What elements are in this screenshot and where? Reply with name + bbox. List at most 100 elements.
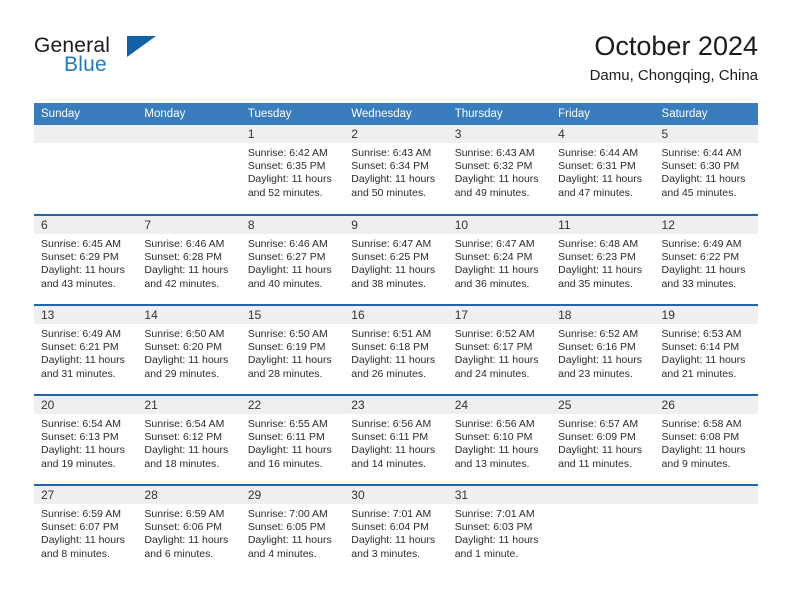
calendar-day-cell[interactable]: 31 Sunrise: 7:01 AM Sunset: 6:03 PM Dayligh… [447, 484, 552, 575]
day-number: 29 [240, 486, 345, 504]
calendar-day-cell[interactable]: 9 Sunrise: 6:47 AM Sunset: 6:25 PM Daylight… [344, 214, 448, 305]
day-details: Sunrise: 6:58 AM Sunset: 6:08 PM Daylight:… [655, 414, 758, 471]
calendar-day-cell[interactable]: 5 Sunrise: 6:44 AM Sunset: 6:30 PM Daylight… [654, 125, 758, 215]
calendar-day-cell[interactable]: 7 Sunrise: 6:46 AM Sunset: 6:28 PM Daylight… [137, 214, 241, 305]
day-details: Sunrise: 6:54 AM Sunset: 6:12 PM Daylight:… [137, 414, 240, 471]
day-details: Sunrise: 6:50 AM Sunset: 6:19 PM Daylight:… [241, 324, 344, 381]
calendar-day-cell[interactable]: 16 Sunrise: 6:51 AM Sunset: 6:18 PM Dayligh… [344, 304, 448, 395]
calendar-day-cell[interactable]: 26 Sunrise: 6:58 AM Sunset: 6:08 PM Dayligh… [654, 394, 758, 485]
day-number [34, 125, 138, 143]
calendar-day-cell[interactable]: 14 Sunrise: 6:50 AM Sunset: 6:20 PM Dayligh… [137, 304, 241, 395]
daylight-text-line1: Daylight: 11 hours [454, 264, 539, 277]
day-number: 6 [34, 216, 138, 234]
calendar-day-cell[interactable]: 3 Sunrise: 6:43 AM Sunset: 6:32 PM Daylight… [447, 125, 552, 215]
daylight-text-line1: Daylight: 11 hours [41, 354, 125, 367]
calendar-week-row: 13 Sunrise: 6:49 AM Sunset: 6:21 PM Dayligh… [34, 304, 758, 395]
daylight-text-line1: Daylight: 11 hours [351, 534, 436, 547]
calendar-day-cell[interactable]: 27 Sunrise: 6:59 AM Sunset: 6:07 PM Dayligh… [34, 484, 138, 575]
sunset-text: Sunset: 6:11 PM [351, 431, 429, 444]
brand-logo[interactable]: General Blue [34, 30, 234, 86]
calendar-week-row: 6 Sunrise: 6:45 AM Sunset: 6:29 PM Daylight… [34, 214, 758, 305]
sunset-text: Sunset: 6:34 PM [351, 160, 429, 173]
day-number: 22 [240, 396, 345, 414]
calendar-day-cell[interactable]: 29 Sunrise: 7:00 AM Sunset: 6:05 PM Dayligh… [240, 484, 345, 575]
calendar-day-cell[interactable]: 13 Sunrise: 6:49 AM Sunset: 6:21 PM Dayligh… [34, 304, 138, 395]
sunset-text: Sunset: 6:31 PM [558, 160, 636, 173]
calendar-day-cell[interactable]: 18 Sunrise: 6:52 AM Sunset: 6:16 PM Dayligh… [551, 304, 655, 395]
day-number: 3 [447, 125, 552, 143]
sunset-text: Sunset: 6:12 PM [144, 431, 223, 444]
daylight-text-line2: and 23 minutes. [558, 367, 633, 380]
calendar-grid: Sunday Monday Tuesday Wednesday Thursday… [34, 103, 758, 575]
day-details: Sunrise: 7:01 AM Sunset: 6:04 PM Daylight:… [344, 504, 447, 561]
sunrise-text: Sunrise: 6:43 AM [351, 147, 432, 159]
calendar-day-cell[interactable]: 4 Sunrise: 6:44 AM Sunset: 6:31 PM Daylight… [551, 125, 655, 215]
calendar-day-cell[interactable]: 10 Sunrise: 6:47 AM Sunset: 6:24 PM Dayligh… [447, 214, 552, 305]
calendar-day-cell[interactable]: 22 Sunrise: 6:55 AM Sunset: 6:11 PM Dayligh… [240, 394, 345, 485]
calendar-day-cell[interactable]: 17 Sunrise: 6:52 AM Sunset: 6:17 PM Dayligh… [447, 304, 552, 395]
sunrise-text: Sunrise: 6:59 AM [144, 508, 225, 520]
calendar-day-cell[interactable]: 2 Sunrise: 6:43 AM Sunset: 6:34 PM Daylight… [344, 125, 448, 215]
calendar-day-cell[interactable]: 8 Sunrise: 6:46 AM Sunset: 6:27 PM Daylight… [240, 214, 345, 305]
daylight-text-line1: Daylight: 11 hours [41, 264, 125, 277]
sunrise-text: Sunrise: 7:01 AM [454, 508, 535, 520]
day-details: Sunrise: 6:54 AM Sunset: 6:13 PM Daylight:… [34, 414, 137, 471]
sunset-text: Sunset: 6:23 PM [558, 251, 636, 264]
sunrise-text: Sunrise: 7:01 AM [351, 508, 432, 520]
calendar-day-cell[interactable]: 12 Sunrise: 6:49 AM Sunset: 6:22 PM Dayligh… [654, 214, 758, 305]
day-number: 7 [137, 216, 241, 234]
sunrise-text: Sunrise: 6:49 AM [41, 328, 121, 340]
calendar-day-cell[interactable]: 28 Sunrise: 6:59 AM Sunset: 6:06 PM Dayligh… [137, 484, 241, 575]
brand-name-bottom: Blue [64, 53, 107, 76]
calendar-day-cell[interactable]: 20 Sunrise: 6:54 AM Sunset: 6:13 PM Dayligh… [34, 394, 138, 485]
daylight-text-line1: Daylight: 11 hours [661, 354, 746, 367]
daylight-text-line1: Daylight: 11 hours [41, 444, 125, 457]
sunset-text: Sunset: 6:19 PM [247, 341, 326, 354]
daylight-text-line1: Daylight: 11 hours [144, 534, 229, 547]
daylight-text-line2: and 19 minutes. [41, 457, 116, 470]
daylight-text-line1: Daylight: 11 hours [351, 173, 436, 186]
day-details: Sunrise: 6:53 AM Sunset: 6:14 PM Daylight:… [655, 324, 758, 381]
sunrise-text: Sunrise: 6:42 AM [247, 147, 328, 159]
daylight-text-line1: Daylight: 11 hours [454, 173, 539, 186]
calendar-day-cell[interactable]: 15 Sunrise: 6:50 AM Sunset: 6:19 PM Dayligh… [240, 304, 345, 395]
sunrise-text: Sunrise: 6:46 AM [144, 238, 225, 250]
calendar-body: 1 Sunrise: 6:42 AM Sunset: 6:35 PM Daylight… [34, 125, 758, 575]
day-number: 28 [137, 486, 241, 504]
daylight-text-line2: and 38 minutes. [351, 277, 426, 290]
day-details: Sunrise: 6:51 AM Sunset: 6:18 PM Daylight:… [344, 324, 447, 381]
daylight-text-line1: Daylight: 11 hours [351, 264, 436, 277]
day-details: Sunrise: 6:56 AM Sunset: 6:11 PM Daylight:… [344, 414, 447, 471]
weekday-header-saturday: Saturday [654, 103, 758, 125]
sunrise-text: Sunrise: 6:46 AM [247, 238, 328, 250]
weekday-header-friday: Friday [551, 103, 655, 125]
daylight-text-line1: Daylight: 11 hours [144, 444, 229, 457]
calendar-day-cell[interactable]: 23 Sunrise: 6:56 AM Sunset: 6:11 PM Dayligh… [344, 394, 448, 485]
calendar-day-cell[interactable]: 6 Sunrise: 6:45 AM Sunset: 6:29 PM Daylight… [34, 214, 138, 305]
sunrise-text: Sunrise: 6:59 AM [41, 508, 121, 520]
calendar-day-cell[interactable]: 21 Sunrise: 6:54 AM Sunset: 6:12 PM Dayligh… [137, 394, 241, 485]
daylight-text-line1: Daylight: 11 hours [247, 173, 332, 186]
day-number: 4 [551, 125, 655, 143]
daylight-text-line1: Daylight: 11 hours [558, 444, 642, 457]
sunrise-text: Sunrise: 6:58 AM [661, 418, 742, 430]
daylight-text-line1: Daylight: 11 hours [454, 534, 539, 547]
calendar-day-cell[interactable]: 25 Sunrise: 6:57 AM Sunset: 6:09 PM Dayligh… [551, 394, 655, 485]
sunrise-text: Sunrise: 6:57 AM [558, 418, 639, 430]
day-details: Sunrise: 6:43 AM Sunset: 6:32 PM Daylight:… [448, 143, 551, 200]
daylight-text-line1: Daylight: 11 hours [558, 264, 642, 277]
day-number: 31 [447, 486, 552, 504]
day-number: 9 [344, 216, 448, 234]
daylight-text-line1: Daylight: 11 hours [661, 173, 746, 186]
daylight-text-line2: and 14 minutes. [351, 457, 426, 470]
calendar-day-cell[interactable]: 11 Sunrise: 6:48 AM Sunset: 6:23 PM Dayligh… [551, 214, 655, 305]
day-number: 10 [447, 216, 552, 234]
calendar-day-cell[interactable]: 30 Sunrise: 7:01 AM Sunset: 6:04 PM Dayligh… [344, 484, 448, 575]
calendar-table: Sunday Monday Tuesday Wednesday Thursday… [34, 103, 758, 575]
daylight-text-line1: Daylight: 11 hours [351, 444, 436, 457]
calendar-day-cell[interactable]: 19 Sunrise: 6:53 AM Sunset: 6:14 PM Dayligh… [654, 304, 758, 395]
calendar-day-cell[interactable]: 24 Sunrise: 6:56 AM Sunset: 6:10 PM Dayligh… [447, 394, 552, 485]
day-details: Sunrise: 6:55 AM Sunset: 6:11 PM Daylight:… [241, 414, 344, 471]
daylight-text-line2: and 29 minutes. [144, 367, 220, 380]
calendar-day-cell[interactable]: 1 Sunrise: 6:42 AM Sunset: 6:35 PM Daylight… [240, 125, 345, 215]
